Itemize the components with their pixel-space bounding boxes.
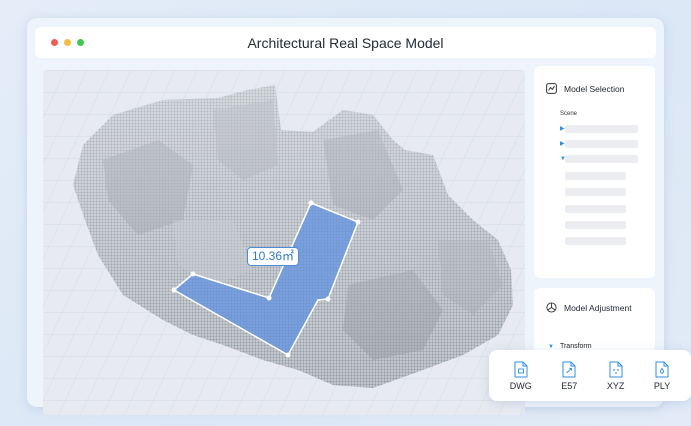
tree-item[interactable] <box>565 140 638 148</box>
ply-file-icon <box>655 361 669 377</box>
area-vertex-handle[interactable] <box>285 352 291 358</box>
model-selection-header: Model Selection <box>546 83 624 94</box>
chart-icon <box>546 83 557 94</box>
export-dwg-button[interactable]: DWG <box>510 361 532 391</box>
tree-child-item[interactable] <box>565 205 626 213</box>
area-measurement-label: 10.36㎡ <box>247 247 299 266</box>
tree-child-item[interactable] <box>565 172 626 180</box>
model-adjustment-header: Model Adjustment <box>546 302 632 313</box>
export-format-bar: DWG E57 XYZ PLY <box>489 350 691 401</box>
area-vertex-handle[interactable] <box>325 296 331 302</box>
title-bar: Architectural Real Space Model <box>35 27 656 58</box>
model-selection-panel: Model Selection Scene ▶ ▶ ▼ <box>534 66 655 278</box>
point-cloud-canvas[interactable] <box>43 70 525 415</box>
3d-model-viewport[interactable] <box>43 70 525 415</box>
dwg-file-icon <box>514 361 528 377</box>
tree-child-item[interactable] <box>565 188 626 196</box>
transform-section-toggle[interactable]: ▼ Transform <box>548 343 592 350</box>
collapse-arrow-icon: ▼ <box>548 343 554 350</box>
window-title: Architectural Real Space Model <box>247 35 444 51</box>
axis-icon <box>546 302 557 313</box>
expand-arrow-icon[interactable]: ▶ <box>560 141 565 147</box>
export-xyz-button[interactable]: XYZ <box>606 361 625 391</box>
area-vertex-handle[interactable] <box>355 219 361 225</box>
area-vertex-handle[interactable] <box>308 200 314 206</box>
expand-arrow-icon[interactable]: ▶ <box>560 126 565 132</box>
app-window: Architectural Real Space Model 10.36㎡ Mo… <box>27 18 664 415</box>
export-ply-button[interactable]: PLY <box>654 361 670 391</box>
e57-file-icon <box>562 361 576 377</box>
export-dwg-label: DWG <box>509 380 532 391</box>
tree-item[interactable] <box>565 125 638 133</box>
export-ply-label: PLY <box>653 380 671 391</box>
tree-child-item[interactable] <box>565 237 626 245</box>
tree-child-item[interactable] <box>565 221 626 229</box>
model-selection-title: Model Selection <box>564 83 625 94</box>
tree-item[interactable] <box>565 155 638 163</box>
model-adjustment-title: Model Adjustment <box>564 302 632 313</box>
xyz-file-icon <box>609 361 623 377</box>
area-vertex-handle[interactable] <box>190 271 196 277</box>
area-vertex-handle[interactable] <box>266 295 272 301</box>
export-e57-label: E57 <box>561 380 578 391</box>
area-vertex-handle[interactable] <box>171 287 177 293</box>
scene-label: Scene <box>560 111 578 117</box>
export-xyz-label: XYZ <box>606 380 625 391</box>
transform-label: Transform <box>559 343 592 350</box>
export-e57-button[interactable]: E57 <box>561 361 577 391</box>
